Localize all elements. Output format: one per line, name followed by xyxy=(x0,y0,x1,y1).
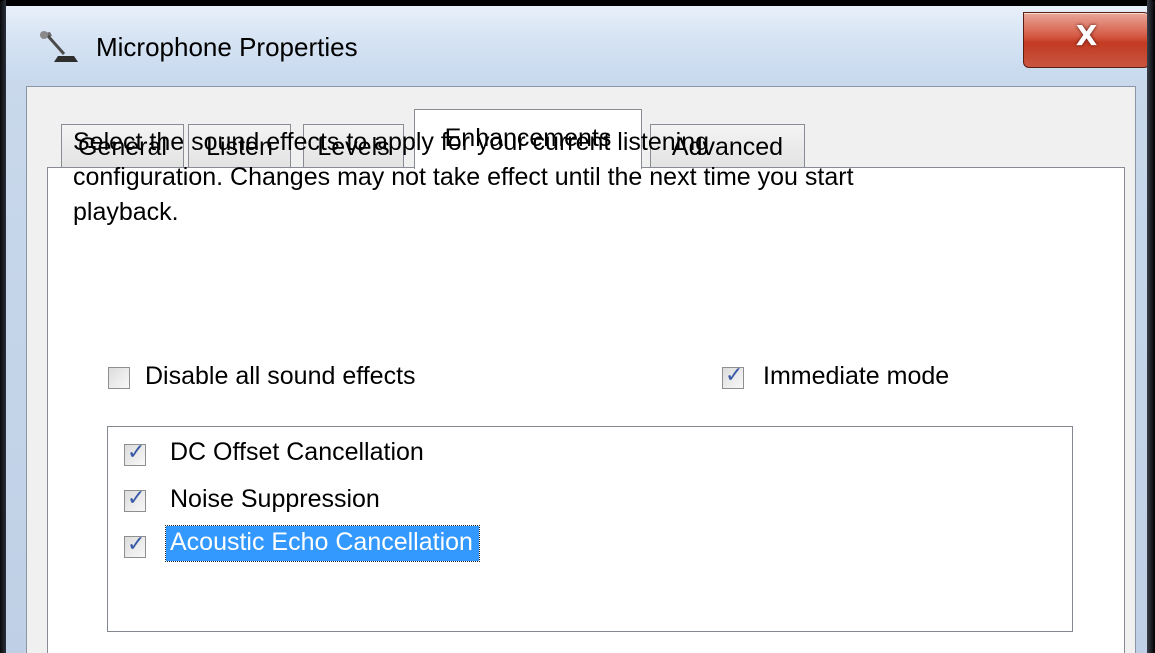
list-item-acoustic-echo[interactable]: Acoustic Echo Cancellation xyxy=(165,525,480,562)
list-item-noise-suppression[interactable]: Noise Suppression xyxy=(170,485,380,514)
close-button[interactable]: X xyxy=(1023,12,1150,68)
disable-all-label[interactable]: Disable all sound effects xyxy=(145,362,416,391)
immediate-mode-checkbox[interactable] xyxy=(722,363,744,389)
description-line: playback. xyxy=(73,198,179,226)
microphone-properties-window: Microphone Properties X General Listen L… xyxy=(0,0,1155,653)
noise-suppression-checkbox[interactable] xyxy=(124,486,146,512)
window-left-edge xyxy=(0,0,6,653)
close-icon: X xyxy=(1075,19,1098,52)
list-item-dc-offset[interactable]: DC Offset Cancellation xyxy=(170,438,424,467)
title-bar[interactable]: Microphone Properties X xyxy=(6,6,1150,80)
description-line: Select the sound effects to apply for yo… xyxy=(73,128,710,156)
description-line: configuration. Changes may not take effe… xyxy=(73,163,854,191)
dc-offset-checkbox[interactable] xyxy=(124,440,146,466)
panel-description: Select the sound effects to apply for yo… xyxy=(73,125,1033,230)
disable-all-checkbox[interactable] xyxy=(108,367,130,389)
immediate-mode-label[interactable]: Immediate mode xyxy=(763,362,949,391)
window-right-edge xyxy=(1147,0,1155,653)
acoustic-echo-checkbox[interactable] xyxy=(124,532,146,558)
microphone-icon xyxy=(40,31,78,62)
window-title: Microphone Properties xyxy=(96,32,358,62)
